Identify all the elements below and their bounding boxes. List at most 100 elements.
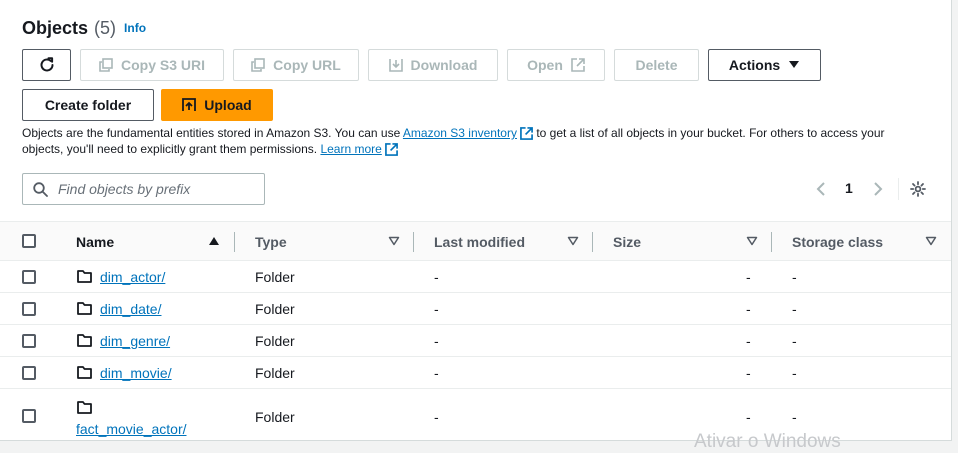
actions-label: Actions [728,57,781,73]
sort-icon[interactable] [925,236,937,246]
copy-url-button[interactable]: Copy URL [233,49,359,81]
sort-icon[interactable] [567,236,579,246]
object-last-modified: - [434,301,439,317]
object-last-modified: - [434,333,439,349]
column-header-name[interactable]: Name [76,234,114,250]
folder-icon [77,366,92,379]
objects-description: Objects are the fundamental entities sto… [22,125,922,157]
description-text-1: Objects are the fundamental entities sto… [22,126,403,140]
column-header-type[interactable]: Type [255,234,287,250]
info-link[interactable]: Info [124,21,146,35]
pager-divider [898,178,899,200]
row-checkbox[interactable] [22,270,36,284]
object-size: - [746,409,751,425]
table-header: Name Type Last modified Size Storage cla… [0,221,951,261]
column-divider[interactable] [234,232,235,252]
column-divider[interactable] [592,232,593,252]
search-box[interactable] [22,173,265,205]
page-number[interactable]: 1 [845,180,853,196]
object-storage-class: - [792,365,797,381]
windows-activation-watermark: Ativar o Windows [694,431,841,452]
upload-button[interactable]: Upload [161,89,273,121]
page-title: Objects [22,18,89,38]
row-checkbox[interactable] [22,366,36,380]
copy-s3-uri-button[interactable]: Copy S3 URI [80,49,224,81]
caret-down-icon [789,61,800,68]
object-name-link[interactable]: dim_movie/ [100,365,172,381]
table-row[interactable]: dim_date/ Folder - - - [0,293,951,325]
object-last-modified: - [434,409,439,425]
download-label: Download [410,57,478,73]
copy-icon [99,58,113,72]
column-divider[interactable] [413,232,414,252]
download-button[interactable]: Download [368,49,498,81]
object-type: Folder [255,409,295,425]
table-row[interactable]: dim_genre/ Folder - - - [0,325,951,357]
folder-icon [77,270,92,283]
external-link-icon [571,58,585,72]
folder-icon [77,302,92,315]
object-storage-class: - [792,409,797,425]
object-last-modified: - [434,365,439,381]
object-storage-class: - [792,269,797,285]
row-checkbox[interactable] [22,409,36,423]
copy-s3-uri-label: Copy S3 URI [120,57,205,73]
object-count: (5) [94,18,117,38]
objects-header: Objects (5) Info [22,18,146,39]
refresh-button[interactable] [22,49,71,81]
objects-panel: Objects (5) Info Copy S3 URI Copy URL Do… [0,0,952,441]
copy-url-label: Copy URL [273,57,341,73]
column-header-storage-class[interactable]: Storage class [792,234,883,250]
chevron-left-icon[interactable] [815,181,827,197]
open-button[interactable]: Open [507,49,605,81]
refresh-icon [40,57,53,72]
object-storage-class: - [792,333,797,349]
object-name-link[interactable]: dim_actor/ [100,269,165,285]
create-folder-button[interactable]: Create folder [22,89,154,121]
copy-icon [251,58,265,72]
folder-icon [77,334,92,347]
object-name-link[interactable]: dim_genre/ [100,333,170,349]
column-divider[interactable] [771,232,772,252]
column-header-size[interactable]: Size [613,234,641,250]
object-type: Folder [255,333,295,349]
sort-ascending-icon[interactable] [208,236,220,246]
object-last-modified: - [434,269,439,285]
object-type: Folder [255,365,295,381]
table-row[interactable]: dim_movie/ Folder - - - [0,357,951,389]
chevron-right-icon[interactable] [872,181,884,197]
delete-button[interactable]: Delete [614,49,699,81]
s3-inventory-link[interactable]: Amazon S3 inventory [403,126,517,140]
learn-more-link[interactable]: Learn more [320,142,381,156]
external-link-icon[interactable] [520,127,533,140]
column-header-last-modified[interactable]: Last modified [434,234,525,250]
select-all-checkbox[interactable] [22,234,36,248]
object-size: - [746,301,751,317]
delete-label: Delete [635,57,678,73]
object-type: Folder [255,301,295,317]
sort-icon[interactable] [746,236,758,246]
actions-dropdown[interactable]: Actions [708,49,821,81]
object-name-link[interactable]: fact_movie_actor/ [76,421,187,437]
object-size: - [746,333,751,349]
external-link-icon[interactable] [384,143,398,156]
row-checkbox[interactable] [22,334,36,348]
object-size: - [746,269,751,285]
create-folder-label: Create folder [44,97,132,113]
object-size: - [746,365,751,381]
search-icon [33,181,48,197]
sort-icon[interactable] [388,236,400,246]
download-icon [388,59,403,72]
object-storage-class: - [792,301,797,317]
folder-icon [77,401,92,414]
upload-label: Upload [204,97,252,113]
object-name-link[interactable]: dim_date/ [100,301,161,317]
objects-table: Name Type Last modified Size Storage cla… [0,221,951,440]
open-label: Open [527,57,563,73]
table-row[interactable]: dim_actor/ Folder - - - [0,261,951,293]
upload-icon [182,98,197,111]
search-input[interactable] [56,180,256,198]
gear-icon[interactable] [910,181,926,197]
object-type: Folder [255,269,295,285]
row-checkbox[interactable] [22,302,36,316]
